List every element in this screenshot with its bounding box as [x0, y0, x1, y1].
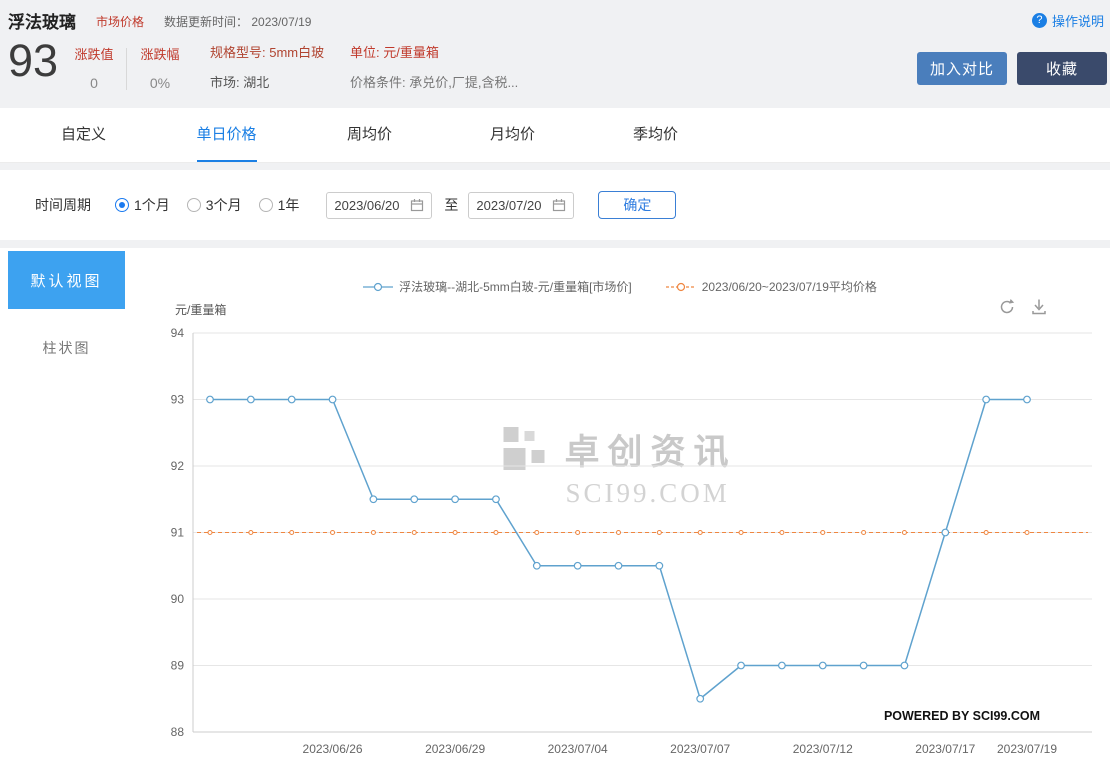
change-label: 涨跌值 — [70, 44, 118, 63]
tab-weekly-avg[interactable]: 周均价 — [298, 108, 441, 162]
radio-selected-icon — [115, 198, 129, 212]
svg-text:2023/07/12: 2023/07/12 — [793, 742, 853, 756]
radio-1year-label: 1年 — [278, 195, 300, 215]
main-panel: 默认视图 柱状图 浮法玻璃--湖北-5mm白玻-元/重量箱[市场价] 2023/0… — [0, 248, 1110, 773]
unit-label: 单位: 元/重量箱 — [350, 42, 518, 61]
condition-label: 价格条件: 承兑价,厂提,含税... — [350, 72, 518, 91]
tab-quarterly-avg[interactable]: 季均价 — [584, 108, 727, 162]
svg-text:2023/06/29: 2023/06/29 — [425, 742, 485, 756]
tab-custom[interactable]: 自定义 — [12, 108, 155, 162]
market-price-label: 市场价格 — [96, 13, 144, 30]
radio-1month[interactable]: 1个月 — [115, 195, 170, 215]
legend-line-icon — [666, 282, 696, 292]
chart-area: 浮法玻璃--湖北-5mm白玻-元/重量箱[市场价] 2023/06/20~2023… — [130, 248, 1110, 773]
y-axis-label: 元/重量箱 — [175, 301, 226, 318]
svg-text:90: 90 — [171, 592, 185, 606]
legend-line-icon — [363, 282, 393, 292]
radio-1year[interactable]: 1年 — [259, 195, 300, 215]
end-date-value: 2023/07/20 — [476, 198, 541, 213]
filter-bar: 时间周期 1个月 3个月 1年 2023/06/20 至 2023/07/20 … — [0, 170, 1110, 240]
svg-text:93: 93 — [171, 393, 185, 407]
svg-text:2023/07/04: 2023/07/04 — [548, 742, 608, 756]
radio-3month[interactable]: 3个月 — [187, 195, 242, 215]
tab-daily-price[interactable]: 单日价格 — [155, 108, 298, 162]
legend-item[interactable]: 2023/06/20~2023/07/19平均价格 — [666, 278, 877, 295]
svg-text:2023/06/26: 2023/06/26 — [303, 742, 363, 756]
chart-toolbar — [998, 298, 1048, 316]
unit-condition-block: 单位: 元/重量箱 价格条件: 承兑价,厂提,含税... — [350, 42, 518, 91]
calendar-icon — [552, 198, 566, 212]
radio-unselected-icon — [187, 198, 201, 212]
radio-unselected-icon — [259, 198, 273, 212]
calendar-icon — [410, 198, 424, 212]
favorite-button[interactable]: 收藏 — [1017, 52, 1107, 85]
svg-text:2023/07/19: 2023/07/19 — [997, 742, 1057, 756]
start-date-value: 2023/06/20 — [334, 198, 399, 213]
change-value-block: 涨跌值 0 — [70, 44, 118, 91]
svg-text:88: 88 — [171, 725, 185, 739]
svg-text:89: 89 — [171, 659, 185, 673]
start-date-input[interactable]: 2023/06/20 — [326, 192, 432, 219]
to-label: 至 — [444, 195, 458, 215]
change-pct-label: 涨跌幅 — [136, 44, 184, 63]
price-chart: 88 89 90 91 92 93 94 2023/06/26 2023/06/29 2023/0… — [130, 248, 1110, 773]
change-pct-block: 涨跌幅 0% — [136, 44, 184, 91]
svg-text:91: 91 — [171, 526, 185, 540]
spec-label: 规格型号: 5mm白玻 — [210, 42, 324, 61]
divider — [126, 48, 127, 90]
sidebar-item-bar-chart[interactable]: 柱状图 — [8, 338, 125, 358]
svg-text:94: 94 — [171, 326, 185, 340]
change-value: 0 — [70, 75, 118, 91]
spec-market-block: 规格型号: 5mm白玻 市场: 湖北 — [210, 42, 324, 91]
confirm-button[interactable]: 确定 — [598, 191, 676, 219]
market-label: 市场: 湖北 — [210, 72, 324, 91]
change-pct-value: 0% — [136, 75, 184, 91]
powered-by: POWERED BY SCI99.COM — [884, 709, 1040, 723]
refresh-icon[interactable] — [998, 298, 1016, 316]
legend-label: 2023/06/20~2023/07/19平均价格 — [702, 278, 877, 295]
tab-bar: 自定义 单日价格 周均价 月均价 季均价 — [0, 108, 1110, 163]
period-label: 时间周期 — [35, 195, 91, 215]
download-icon[interactable] — [1030, 298, 1048, 316]
svg-text:2023/07/07: 2023/07/07 — [670, 742, 730, 756]
svg-text:92: 92 — [171, 459, 185, 473]
update-time-value: 2023/07/19 — [251, 15, 311, 29]
question-icon: ? — [1032, 13, 1047, 28]
sidebar-item-default-view[interactable]: 默认视图 — [8, 251, 125, 309]
update-time-label: 数据更新时间： — [164, 15, 248, 29]
svg-text:2023/07/17: 2023/07/17 — [915, 742, 975, 756]
legend-item[interactable]: 浮法玻璃--湖北-5mm白玻-元/重量箱[市场价] — [363, 278, 632, 295]
tab-monthly-avg[interactable]: 月均价 — [441, 108, 584, 162]
end-date-input[interactable]: 2023/07/20 — [468, 192, 574, 219]
help-link[interactable]: ? 操作说明 — [1032, 11, 1104, 30]
page-title: 浮法玻璃 — [8, 8, 76, 33]
radio-1month-label: 1个月 — [134, 195, 170, 215]
radio-3month-label: 3个月 — [206, 195, 242, 215]
legend-label: 浮法玻璃--湖北-5mm白玻-元/重量箱[市场价] — [399, 278, 632, 295]
header: 浮法玻璃 市场价格 数据更新时间： 2023/07/19 ? 操作说明 93 涨… — [0, 0, 1110, 108]
help-label: 操作说明 — [1052, 11, 1104, 30]
chart-legend: 浮法玻璃--湖北-5mm白玻-元/重量箱[市场价] 2023/06/20~2023… — [130, 278, 1110, 295]
update-time: 数据更新时间： 2023/07/19 — [164, 13, 311, 30]
add-compare-button[interactable]: 加入对比 — [917, 52, 1007, 85]
current-price: 93 — [8, 36, 58, 86]
